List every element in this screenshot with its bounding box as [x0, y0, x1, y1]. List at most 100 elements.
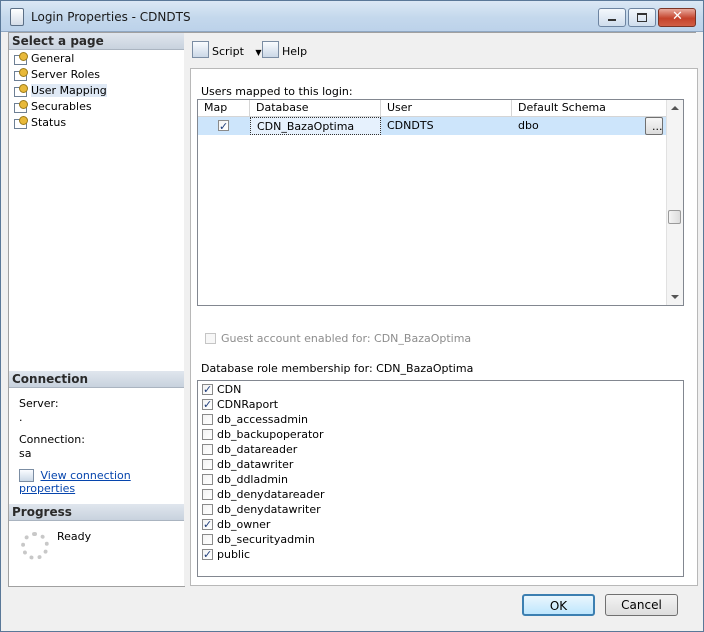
server-value: .	[19, 411, 23, 424]
role-name: db_backupoperator	[217, 428, 324, 441]
minimize-button[interactable]	[598, 8, 626, 27]
list-item[interactable]: CDN	[202, 382, 241, 397]
view-connection-properties[interactable]: View connection properties	[19, 469, 184, 495]
progress-status: Ready	[57, 530, 92, 543]
role-name: db_denydatareader	[217, 488, 325, 501]
column-header-user[interactable]: User	[381, 100, 512, 116]
guest-account-checkbox[interactable]	[205, 333, 216, 344]
map-cell	[198, 117, 250, 136]
grid-vertical-scrollbar[interactable]	[666, 100, 683, 305]
role-checkbox[interactable]	[202, 429, 213, 440]
users-mapped-label: Users mapped to this login:	[201, 85, 353, 98]
list-item[interactable]: db_backupoperator	[202, 427, 324, 442]
role-checkbox[interactable]	[202, 414, 213, 425]
select-page-header: Select a page	[9, 33, 184, 50]
page-item-user-mapping[interactable]: User Mapping	[14, 83, 107, 99]
role-membership-list: CDN CDNRaport db_accessadmin db_backupop…	[197, 380, 684, 577]
connection-value: sa	[19, 447, 32, 460]
window-title: Login Properties - CDNDTS	[31, 10, 191, 24]
page-item-status[interactable]: Status	[14, 115, 66, 131]
role-checkbox[interactable]	[202, 474, 213, 485]
default-schema-cell[interactable]: dbo	[512, 117, 642, 135]
role-checkbox[interactable]	[202, 534, 213, 545]
page-icon	[14, 68, 28, 81]
toolbar: Script ▼ Help	[184, 33, 696, 65]
list-item[interactable]: db_denydatawriter	[202, 502, 321, 517]
view-connection-properties-link[interactable]: View connection properties	[19, 469, 131, 495]
ok-button[interactable]: OK	[522, 594, 595, 616]
role-name: db_accessadmin	[217, 413, 308, 426]
list-item[interactable]: db_ddladmin	[202, 472, 288, 487]
list-item[interactable]: db_datareader	[202, 442, 297, 457]
help-label: Help	[282, 45, 308, 58]
role-name: db_securityadmin	[217, 533, 315, 546]
role-name: db_denydatawriter	[217, 503, 321, 516]
user-mapping-panel: Users mapped to this login: Map Database…	[190, 68, 698, 586]
script-icon	[192, 41, 209, 58]
maximize-button[interactable]	[628, 8, 656, 27]
progress-spinner-icon	[21, 532, 49, 560]
map-checkbox[interactable]	[218, 118, 229, 136]
table-row[interactable]: CDN_BazaOptima CDNDTS dbo ...	[198, 117, 666, 136]
column-header-database[interactable]: Database	[250, 100, 381, 116]
role-name: CDN	[217, 383, 242, 396]
grid-header: Map Database User Default Schema	[198, 100, 666, 117]
list-item[interactable]: db_securityadmin	[202, 532, 315, 547]
cancel-button[interactable]: Cancel	[605, 594, 678, 616]
page-item-label: Server Roles	[31, 68, 101, 81]
page-item-securables[interactable]: Securables	[14, 99, 92, 115]
list-item[interactable]: db_datawriter	[202, 457, 293, 472]
page-icon	[14, 84, 28, 97]
role-checkbox[interactable]	[202, 397, 213, 412]
page-item-label: General	[31, 52, 75, 65]
user-cell[interactable]: CDNDTS	[381, 117, 512, 135]
column-header-default-schema[interactable]: Default Schema	[512, 100, 666, 116]
scroll-down-icon[interactable]	[671, 295, 679, 299]
role-checkbox[interactable]	[202, 547, 213, 562]
role-name: db_datawriter	[217, 458, 294, 471]
close-button[interactable]: ✕	[658, 8, 696, 27]
role-name: db_ddladmin	[217, 473, 288, 486]
role-checkbox[interactable]	[202, 489, 213, 500]
page-icon	[14, 116, 28, 129]
database-cell[interactable]: CDN_BazaOptima	[250, 117, 381, 135]
list-item[interactable]: public	[202, 547, 250, 562]
chevron-down-icon: ▼	[255, 48, 262, 57]
role-checkbox[interactable]	[202, 444, 213, 455]
list-item[interactable]: db_denydatareader	[202, 487, 325, 502]
page-icon	[14, 100, 28, 113]
role-checkbox[interactable]	[202, 504, 213, 515]
connection-label: Connection:	[19, 433, 85, 446]
window-icon	[10, 8, 24, 26]
connection-header: Connection	[9, 371, 184, 388]
page-item-general[interactable]: General	[14, 51, 74, 67]
role-membership-label: Database role membership for: CDN_BazaOp…	[201, 362, 474, 375]
role-name: db_owner	[217, 518, 271, 531]
scroll-up-icon[interactable]	[671, 106, 679, 110]
role-checkbox[interactable]	[202, 459, 213, 470]
role-name: db_datareader	[217, 443, 298, 456]
help-button[interactable]: Help	[262, 41, 307, 59]
list-item[interactable]: CDNRaport	[202, 397, 278, 412]
guest-account-option: Guest account enabled for: CDN_BazaOptim…	[205, 332, 471, 345]
role-checkbox[interactable]	[202, 382, 213, 397]
title-bar[interactable]: Login Properties - CDNDTS ✕	[1, 1, 703, 32]
script-label: Script	[212, 45, 244, 58]
page-item-server-roles[interactable]: Server Roles	[14, 67, 100, 83]
login-properties-window: Login Properties - CDNDTS ✕ Select a pag…	[0, 0, 704, 632]
page-item-label: Securables	[31, 100, 92, 113]
list-item[interactable]: db_accessadmin	[202, 412, 308, 427]
connection-properties-icon	[19, 469, 34, 482]
scroll-thumb[interactable]	[668, 210, 681, 224]
role-checkbox[interactable]	[202, 517, 213, 532]
script-button[interactable]: Script ▼	[192, 41, 262, 59]
browse-schema-button[interactable]: ...	[645, 117, 663, 135]
list-item[interactable]: db_owner	[202, 517, 270, 532]
role-name: CDNRaport	[217, 398, 279, 411]
guest-account-label: Guest account enabled for: CDN_BazaOptim…	[221, 332, 472, 345]
server-label: Server:	[19, 397, 59, 410]
role-name: public	[217, 548, 251, 561]
column-header-map[interactable]: Map	[198, 100, 250, 116]
progress-header: Progress	[9, 504, 184, 521]
page-item-label: User Mapping	[31, 84, 107, 97]
